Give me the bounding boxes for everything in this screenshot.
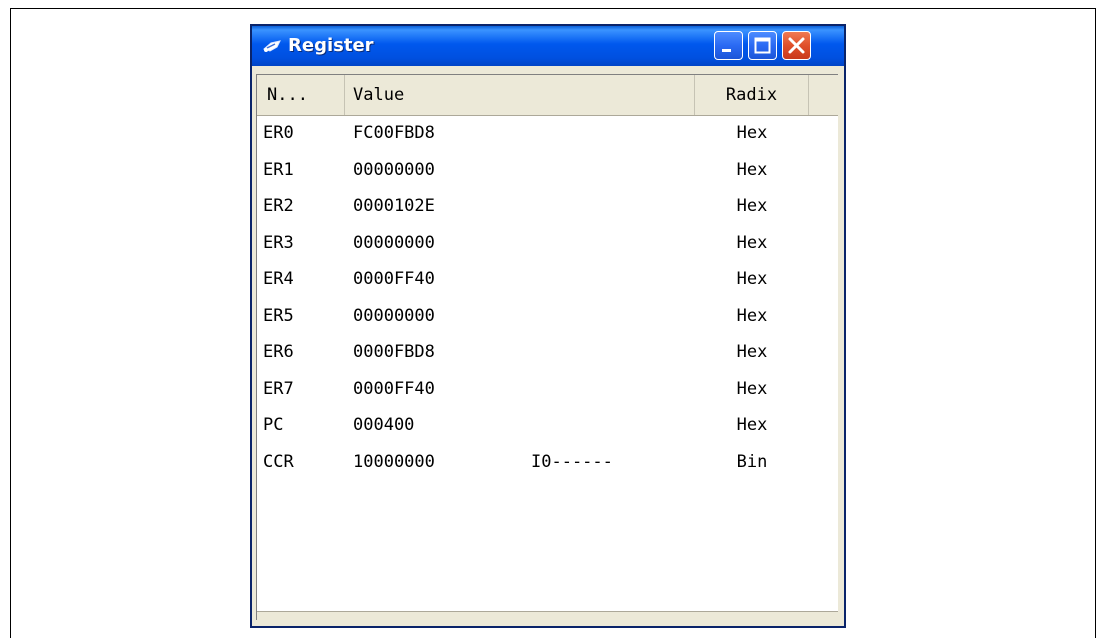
register-radix[interactable]: Hex [695,342,809,362]
register-value[interactable]: 0000FF40 [353,379,435,399]
register-value[interactable]: 10000000 [353,452,435,472]
minimize-icon [722,49,731,52]
register-radix[interactable]: Hex [695,379,809,399]
register-radix[interactable]: Hex [695,306,809,326]
register-rows: ER0 FC00FBD8 Hex ER1 00000000 Hex ER2 00… [257,115,838,480]
register-radix[interactable]: Hex [695,196,809,216]
register-row[interactable]: ER6 0000FBD8 Hex [257,334,838,371]
register-window[interactable]: Register N... Value Radix ER0 FC00FBD8 H… [250,24,846,628]
register-row[interactable]: ER2 0000102E Hex [257,188,838,225]
register-name: ER4 [263,269,294,289]
register-value[interactable]: 00000000 [353,306,435,326]
register-row[interactable]: ER5 00000000 Hex [257,298,838,335]
register-value[interactable]: 0000FBD8 [353,342,435,362]
register-radix[interactable]: Hex [695,269,809,289]
register-row[interactable]: ER4 0000FF40 Hex [257,261,838,298]
register-value[interactable]: 00000000 [353,233,435,253]
column-header-radix[interactable]: Radix [695,75,809,115]
register-name: ER5 [263,305,294,326]
register-name: ER6 [263,342,294,362]
window-title: Register [288,35,374,56]
column-header-value[interactable]: Value [345,75,695,115]
register-row[interactable]: ER7 0000FF40 Hex [257,371,838,408]
minimize-button[interactable] [714,31,743,60]
close-button[interactable] [782,31,811,60]
register-name: ER0 [263,123,294,143]
register-window-icon [262,37,282,55]
close-icon [788,37,805,54]
register-value[interactable]: FC00FBD8 [353,123,435,143]
register-row[interactable]: ER3 00000000 Hex [257,225,838,262]
register-row[interactable]: CCR 10000000 I0------ Bin [257,444,838,481]
register-name: PC [263,415,284,435]
maximize-button[interactable] [748,31,777,60]
column-header: N... Value Radix [257,75,838,116]
register-value[interactable]: 000400 [353,415,414,435]
register-name: ER3 [263,232,294,253]
register-radix[interactable]: Hex [695,123,809,143]
register-row[interactable]: ER1 00000000 Hex [257,152,838,189]
register-value[interactable]: 00000000 [353,160,435,180]
register-name: ER2 [263,196,294,216]
maximize-icon [754,37,771,54]
register-value[interactable]: 0000102E [353,196,435,216]
register-radix[interactable]: Bin [695,452,809,472]
register-radix[interactable]: Hex [695,160,809,180]
register-radix[interactable]: Hex [695,415,809,435]
register-radix[interactable]: Hex [695,233,809,253]
register-list[interactable]: N... Value Radix ER0 FC00FBD8 Hex ER1 00… [256,74,838,620]
register-flags: I0------ [531,451,613,472]
register-name: ER7 [263,378,294,399]
register-row[interactable]: PC 000400 Hex [257,407,838,444]
window-bottom-edge [257,611,838,620]
register-row[interactable]: ER0 FC00FBD8 Hex [257,115,838,152]
register-name: ER1 [263,159,294,180]
register-value[interactable]: 0000FF40 [353,269,435,289]
register-name: CCR [263,451,294,472]
column-header-name[interactable]: N... [257,75,345,115]
title-bar[interactable]: Register [252,26,844,66]
